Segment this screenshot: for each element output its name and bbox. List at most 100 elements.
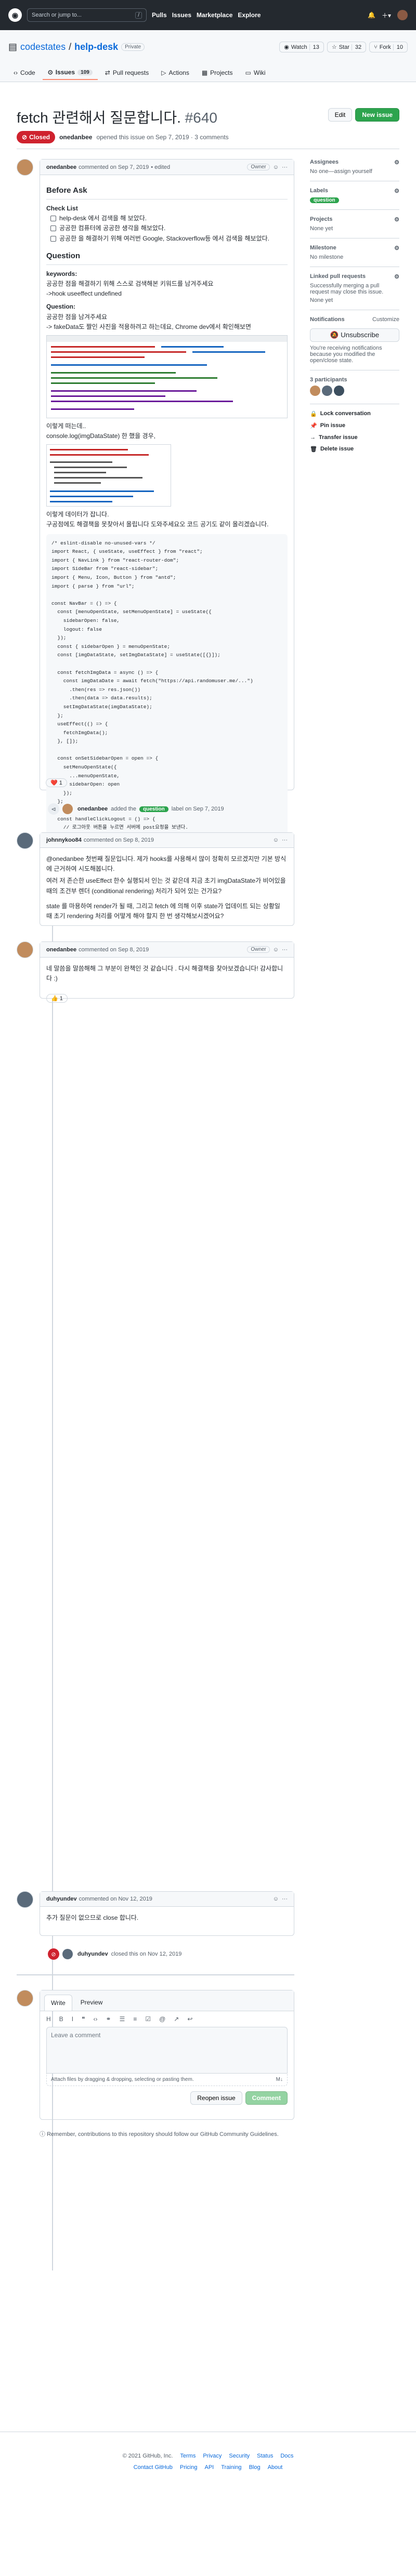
checklist-item[interactable]: 공공한 을 해결하기 위해 여러번 Google, Stackoverflow등… xyxy=(50,234,288,244)
avatar[interactable] xyxy=(310,386,320,396)
comment-textarea[interactable]: Leave a comment xyxy=(46,2027,288,2074)
footer-link[interactable]: Status xyxy=(257,2453,273,2459)
footer-link[interactable]: API xyxy=(204,2464,214,2471)
heading-icon[interactable]: H xyxy=(46,2015,51,2023)
footer-link[interactable]: Terms xyxy=(180,2453,196,2459)
avatar[interactable] xyxy=(334,386,344,396)
console-screenshot[interactable] xyxy=(46,444,171,507)
tab-actions[interactable]: ▷ Actions xyxy=(156,65,194,80)
tasklist-icon[interactable]: ☑ xyxy=(145,2015,151,2023)
avatar[interactable] xyxy=(17,1990,33,2007)
footer-link[interactable]: Contact GitHub xyxy=(134,2464,173,2471)
repo-icon: ▤ xyxy=(8,42,18,52)
issue-author[interactable]: onedanbee xyxy=(59,134,92,141)
avatar[interactable] xyxy=(62,1949,73,1959)
assignees-heading[interactable]: Assignees ⚙ xyxy=(310,159,399,166)
code-icon[interactable]: ‹› xyxy=(94,2015,98,2023)
numbered-list-icon[interactable]: ≡ xyxy=(133,2015,137,2023)
user-avatar[interactable] xyxy=(397,10,408,20)
comment-body: Before Ask Check List help-desk 에서 검색을 해… xyxy=(40,175,294,873)
mention-icon[interactable]: @ xyxy=(159,2015,165,2023)
tab-write[interactable]: Write xyxy=(44,1995,72,2011)
tab-issues[interactable]: ⊙ Issues 109 xyxy=(42,65,98,80)
italic-icon[interactable]: I xyxy=(72,2015,73,2023)
avatar[interactable] xyxy=(17,941,33,958)
edited-dropdown[interactable]: • edited xyxy=(151,164,170,170)
linked-prs-heading[interactable]: Linked pull requests ⚙ xyxy=(310,273,399,280)
nav-marketplace[interactable]: Marketplace xyxy=(197,11,232,19)
smiley-icon[interactable]: ☺ xyxy=(273,947,279,953)
footer-link[interactable]: Docs xyxy=(280,2453,293,2459)
avatar[interactable] xyxy=(17,1891,33,1908)
projects-heading[interactable]: Projects ⚙ xyxy=(310,216,399,223)
quote-icon[interactable]: ❝ xyxy=(82,2015,85,2023)
comment-button[interactable]: Comment xyxy=(245,2091,288,2105)
lock-conversation[interactable]: 🔒 Lock conversation xyxy=(310,410,399,417)
devtools-screenshot[interactable] xyxy=(46,335,288,418)
avatar[interactable] xyxy=(322,386,332,396)
tab-pull-requests[interactable]: ⇄ Pull requests xyxy=(100,65,154,80)
footer-link[interactable]: About xyxy=(268,2464,283,2471)
pin-issue[interactable]: 📌 Pin issue xyxy=(310,422,399,429)
footer-link[interactable]: Security xyxy=(229,2453,250,2459)
status-badge: ⊘ Closed xyxy=(17,131,56,143)
issue-title: fetch 관련해서 질문합니다. #640 xyxy=(17,110,217,126)
milestone-heading[interactable]: Milestone ⚙ xyxy=(310,245,399,251)
checklist-item[interactable]: 공공한 컴퓨터에 공공한 생각을 해보았다. xyxy=(50,223,288,233)
link-icon[interactable]: ⚭ xyxy=(106,2015,111,2023)
list-icon[interactable]: ☰ xyxy=(120,2015,125,2023)
edit-button[interactable]: Edit xyxy=(328,108,353,122)
bold-icon[interactable]: B xyxy=(59,2015,63,2023)
kebab-icon[interactable]: ··· xyxy=(282,837,288,843)
footer-link[interactable]: Blog xyxy=(249,2464,261,2471)
smiley-icon[interactable]: ☺ xyxy=(273,837,279,843)
info-icon: ⓘ xyxy=(40,2131,45,2137)
tab-projects[interactable]: ▦ Projects xyxy=(197,65,238,80)
tab-code[interactable]: ‹› Code xyxy=(8,65,41,80)
nav-pulls[interactable]: Pulls xyxy=(152,11,167,19)
kebab-icon[interactable]: ··· xyxy=(282,947,288,953)
fork-button[interactable]: ⑂ Fork 10 xyxy=(369,42,408,52)
nav-issues[interactable]: Issues xyxy=(172,11,191,19)
repo-owner-link[interactable]: codestates xyxy=(20,42,66,52)
footer-link[interactable]: Pricing xyxy=(180,2464,198,2471)
comment-author[interactable]: onedanbee xyxy=(46,164,76,170)
search-input[interactable]: Search or jump to... / xyxy=(27,8,147,22)
kebab-icon[interactable]: ··· xyxy=(282,164,288,170)
plus-icon[interactable]: ＋▾ xyxy=(382,11,391,20)
repo-name-link[interactable]: help-desk xyxy=(74,42,118,52)
github-logo-icon[interactable]: ◉ xyxy=(8,8,22,22)
gear-icon: ⚙ xyxy=(394,245,399,251)
checklist-item[interactable]: help-desk 에서 검색을 해 보았다. xyxy=(50,214,288,223)
delete-issue[interactable]: 🗑 Delete issue xyxy=(310,446,399,453)
reply-icon[interactable]: ↩ xyxy=(187,2015,192,2023)
reference-icon[interactable]: ↗ xyxy=(174,2015,179,2023)
new-issue-button[interactable]: New issue xyxy=(355,108,399,122)
label-question[interactable]: question xyxy=(310,197,339,203)
avatar[interactable] xyxy=(62,804,73,814)
tab-preview[interactable]: Preview xyxy=(74,1995,109,2011)
label-question[interactable]: question xyxy=(139,806,168,812)
play-icon: ▷ xyxy=(161,69,166,76)
reopen-issue-button[interactable]: Reopen issue xyxy=(190,2091,242,2105)
labels-heading[interactable]: Labels ⚙ xyxy=(310,188,399,194)
unsubscribe-button[interactable]: 🔕 Unsubscribe xyxy=(310,328,399,342)
reaction-heart[interactable]: ❤️ 1 xyxy=(46,778,67,787)
participant-avatars xyxy=(310,386,399,397)
star-button[interactable]: ☆ Star 32 xyxy=(327,42,367,52)
kebab-icon[interactable]: ··· xyxy=(282,1896,288,1902)
customize-link[interactable]: Customize xyxy=(372,316,399,323)
bell-icon[interactable]: 🔔 xyxy=(368,11,375,19)
tab-wiki[interactable]: ▭ Wiki xyxy=(240,65,271,80)
smiley-icon[interactable]: ☺ xyxy=(273,1896,279,1902)
reaction-thumbs[interactable]: 👍 1 xyxy=(46,994,68,1003)
nav-explore[interactable]: Explore xyxy=(238,11,261,19)
avatar[interactable] xyxy=(17,159,33,176)
watch-button[interactable]: ◉ Watch 13 xyxy=(279,42,324,52)
avatar[interactable] xyxy=(17,832,33,849)
footer-link[interactable]: Privacy xyxy=(203,2453,222,2459)
footer-link[interactable]: Training xyxy=(221,2464,241,2471)
smiley-icon[interactable]: ☺ xyxy=(273,164,279,170)
attach-files[interactable]: Attach files by dragging & dropping, sel… xyxy=(46,2074,288,2086)
transfer-issue[interactable]: → Transfer issue xyxy=(310,434,399,441)
